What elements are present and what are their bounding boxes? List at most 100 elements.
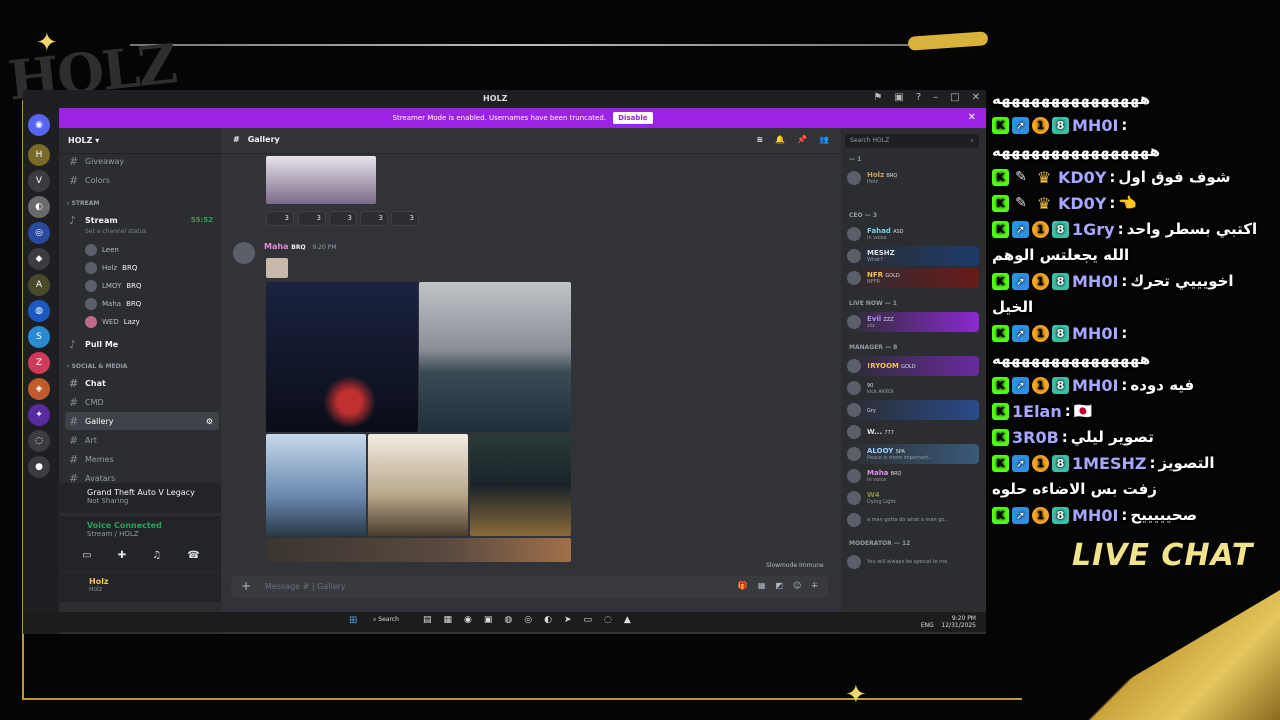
channel-stream[interactable]: ♪ Stream 55:52: [65, 211, 219, 229]
pin-icon[interactable]: 📌: [797, 135, 807, 146]
photo-interior[interactable]: [368, 434, 468, 536]
settings-icon[interactable]: ⚙: [206, 417, 213, 426]
bell-icon[interactable]: 🔔: [775, 135, 785, 146]
server-icon[interactable]: ◐: [28, 196, 50, 218]
member-item[interactable]: !RYOOM GOLD: [847, 356, 979, 376]
disconnect-button[interactable]: ☎: [187, 550, 199, 561]
photo-row-partial[interactable]: [266, 538, 571, 562]
channel-chat[interactable]: # Chat: [65, 374, 219, 392]
emoji-icon[interactable]: ☺: [793, 581, 801, 590]
server-icon[interactable]: S: [28, 326, 50, 348]
server-icon[interactable]: V: [28, 170, 50, 192]
member-item[interactable]: Holz BRQ Holz: [847, 168, 979, 188]
help-icon[interactable]: ?: [916, 92, 921, 103]
chrome-icon[interactable]: ◎: [524, 615, 532, 625]
category-stream[interactable]: › STREAM: [67, 200, 99, 207]
channel-giveaway[interactable]: # Giveaway: [65, 152, 219, 170]
server-icon[interactable]: ◈: [28, 378, 50, 400]
windows-start-icon[interactable]: ⊞: [349, 615, 357, 626]
reaction-chip[interactable]: 3: [298, 211, 326, 226]
reaction-chip[interactable]: 3: [266, 211, 294, 226]
server-icon[interactable]: ◍: [28, 300, 50, 322]
avatar[interactable]: [233, 242, 255, 264]
reaction-chip[interactable]: 3: [360, 211, 388, 226]
voice-user[interactable]: Holz BRQ: [85, 262, 137, 274]
member-item[interactable]: Gry: [847, 400, 979, 420]
channel-pull-me[interactable]: ♪ Pull Me: [65, 335, 219, 353]
channel-art[interactable]: # Art: [65, 431, 219, 449]
server-icon[interactable]: H: [28, 144, 50, 166]
taskbar-search[interactable]: ⌕ Search: [373, 616, 399, 624]
server-icon[interactable]: ●: [28, 456, 50, 478]
gift-icon[interactable]: 🎁: [738, 581, 748, 590]
discord-icon[interactable]: ◍: [504, 615, 512, 625]
server-icon[interactable]: ◆: [28, 248, 50, 270]
voice-channel-name[interactable]: Stream / HOLZ: [87, 530, 213, 538]
maximize-button[interactable]: □: [950, 92, 959, 103]
telegram-icon[interactable]: ➤: [564, 615, 572, 625]
member-item[interactable]: W... 777: [847, 422, 979, 442]
gif-icon[interactable]: ▦: [758, 581, 766, 590]
sticker-image[interactable]: [266, 258, 288, 278]
server-icon[interactable]: ◌: [28, 430, 50, 452]
message-input[interactable]: + Message # | Gallery 🎁 ▦ ◩ ☺ ⁜: [231, 576, 828, 598]
language-indicator[interactable]: ENG: [921, 622, 934, 629]
server-icon[interactable]: ◎: [28, 222, 50, 244]
message-author[interactable]: Maha: [264, 242, 288, 251]
system-tray[interactable]: ENG 9:20 PM 12/31/2025: [921, 615, 976, 629]
threads-icon[interactable]: ≋: [756, 135, 763, 146]
photo-beach-sunset[interactable]: [419, 282, 571, 432]
channel-gallery[interactable]: # Gallery ⚙: [65, 412, 219, 430]
category-social[interactable]: › SOCIAL & MEDIA: [67, 363, 127, 370]
screen-share-button[interactable]: ▭: [82, 550, 91, 561]
flag-icon[interactable]: ⚑: [873, 92, 882, 103]
edge-icon[interactable]: ◉: [464, 615, 472, 625]
voice-user[interactable]: Maha BRQ: [85, 298, 141, 310]
server-icon[interactable]: ✦: [28, 404, 50, 426]
channel-colors[interactable]: # Colors: [65, 171, 219, 189]
member-item[interactable]: MESHZ What?: [847, 246, 979, 266]
inbox-icon[interactable]: ▣: [894, 92, 903, 103]
channel-status[interactable]: Set a channel status: [85, 228, 146, 235]
channel-memes[interactable]: # Memes: [65, 450, 219, 468]
voice-user[interactable]: LMOY BRQ: [85, 280, 142, 292]
voice-user[interactable]: Leen: [85, 244, 119, 256]
member-item[interactable]: You will always be special to me.: [847, 552, 979, 572]
member-item[interactable]: NFR GOLD NFFR: [847, 268, 979, 288]
member-item[interactable]: Fahad ASD In voice: [847, 224, 979, 244]
image-attachment[interactable]: [266, 156, 376, 204]
minimize-button[interactable]: –: [933, 92, 938, 103]
app-icon[interactable]: ▲: [624, 615, 631, 625]
store-icon[interactable]: ▦: [444, 615, 453, 625]
steam-icon[interactable]: ◐: [544, 615, 552, 625]
server-icon[interactable]: A: [28, 274, 50, 296]
server-icon[interactable]: Z: [28, 352, 50, 374]
disable-button[interactable]: Disable: [613, 112, 653, 124]
soundboard-button[interactable]: ♫: [152, 550, 161, 561]
photo-night-ride[interactable]: [266, 282, 418, 432]
member-item[interactable]: Maha BRQ In voice: [847, 466, 979, 486]
search-input[interactable]: Search HOLZ ⌕: [845, 134, 979, 148]
member-item[interactable]: a man gotta do what a man go...: [847, 510, 979, 530]
close-button[interactable]: ✕: [972, 92, 980, 103]
terminal-icon[interactable]: ▣: [484, 615, 493, 625]
discord-home-icon[interactable]: ◉: [28, 114, 50, 136]
members-icon[interactable]: 👥: [819, 135, 829, 146]
channel-cmd[interactable]: # CMD: [65, 393, 219, 411]
activity-panel[interactable]: Grand Theft Auto V Legacy Not Sharing: [59, 483, 221, 513]
app-icon[interactable]: ◌: [604, 615, 612, 625]
reaction-chip[interactable]: 3: [329, 211, 357, 226]
file-explorer-icon[interactable]: ▤: [423, 615, 432, 625]
close-icon[interactable]: ✕: [968, 108, 976, 128]
voice-user[interactable]: WED Lazy: [85, 316, 140, 328]
member-item[interactable]: Evil ZZZ zzz: [847, 312, 979, 332]
app-icon[interactable]: ▭: [584, 615, 593, 625]
activity-button[interactable]: ✚: [118, 550, 126, 561]
user-panel[interactable]: Holz Holz: [59, 572, 221, 602]
reaction-chip[interactable]: 3: [391, 211, 419, 226]
add-attachment-icon[interactable]: +: [241, 579, 251, 593]
sticker-icon[interactable]: ◩: [775, 581, 783, 590]
apps-icon[interactable]: ⁜: [811, 581, 818, 590]
member-item[interactable]: 90 kick AKKOI: [847, 378, 979, 398]
member-item[interactable]: W4 Dying Light: [847, 488, 979, 508]
